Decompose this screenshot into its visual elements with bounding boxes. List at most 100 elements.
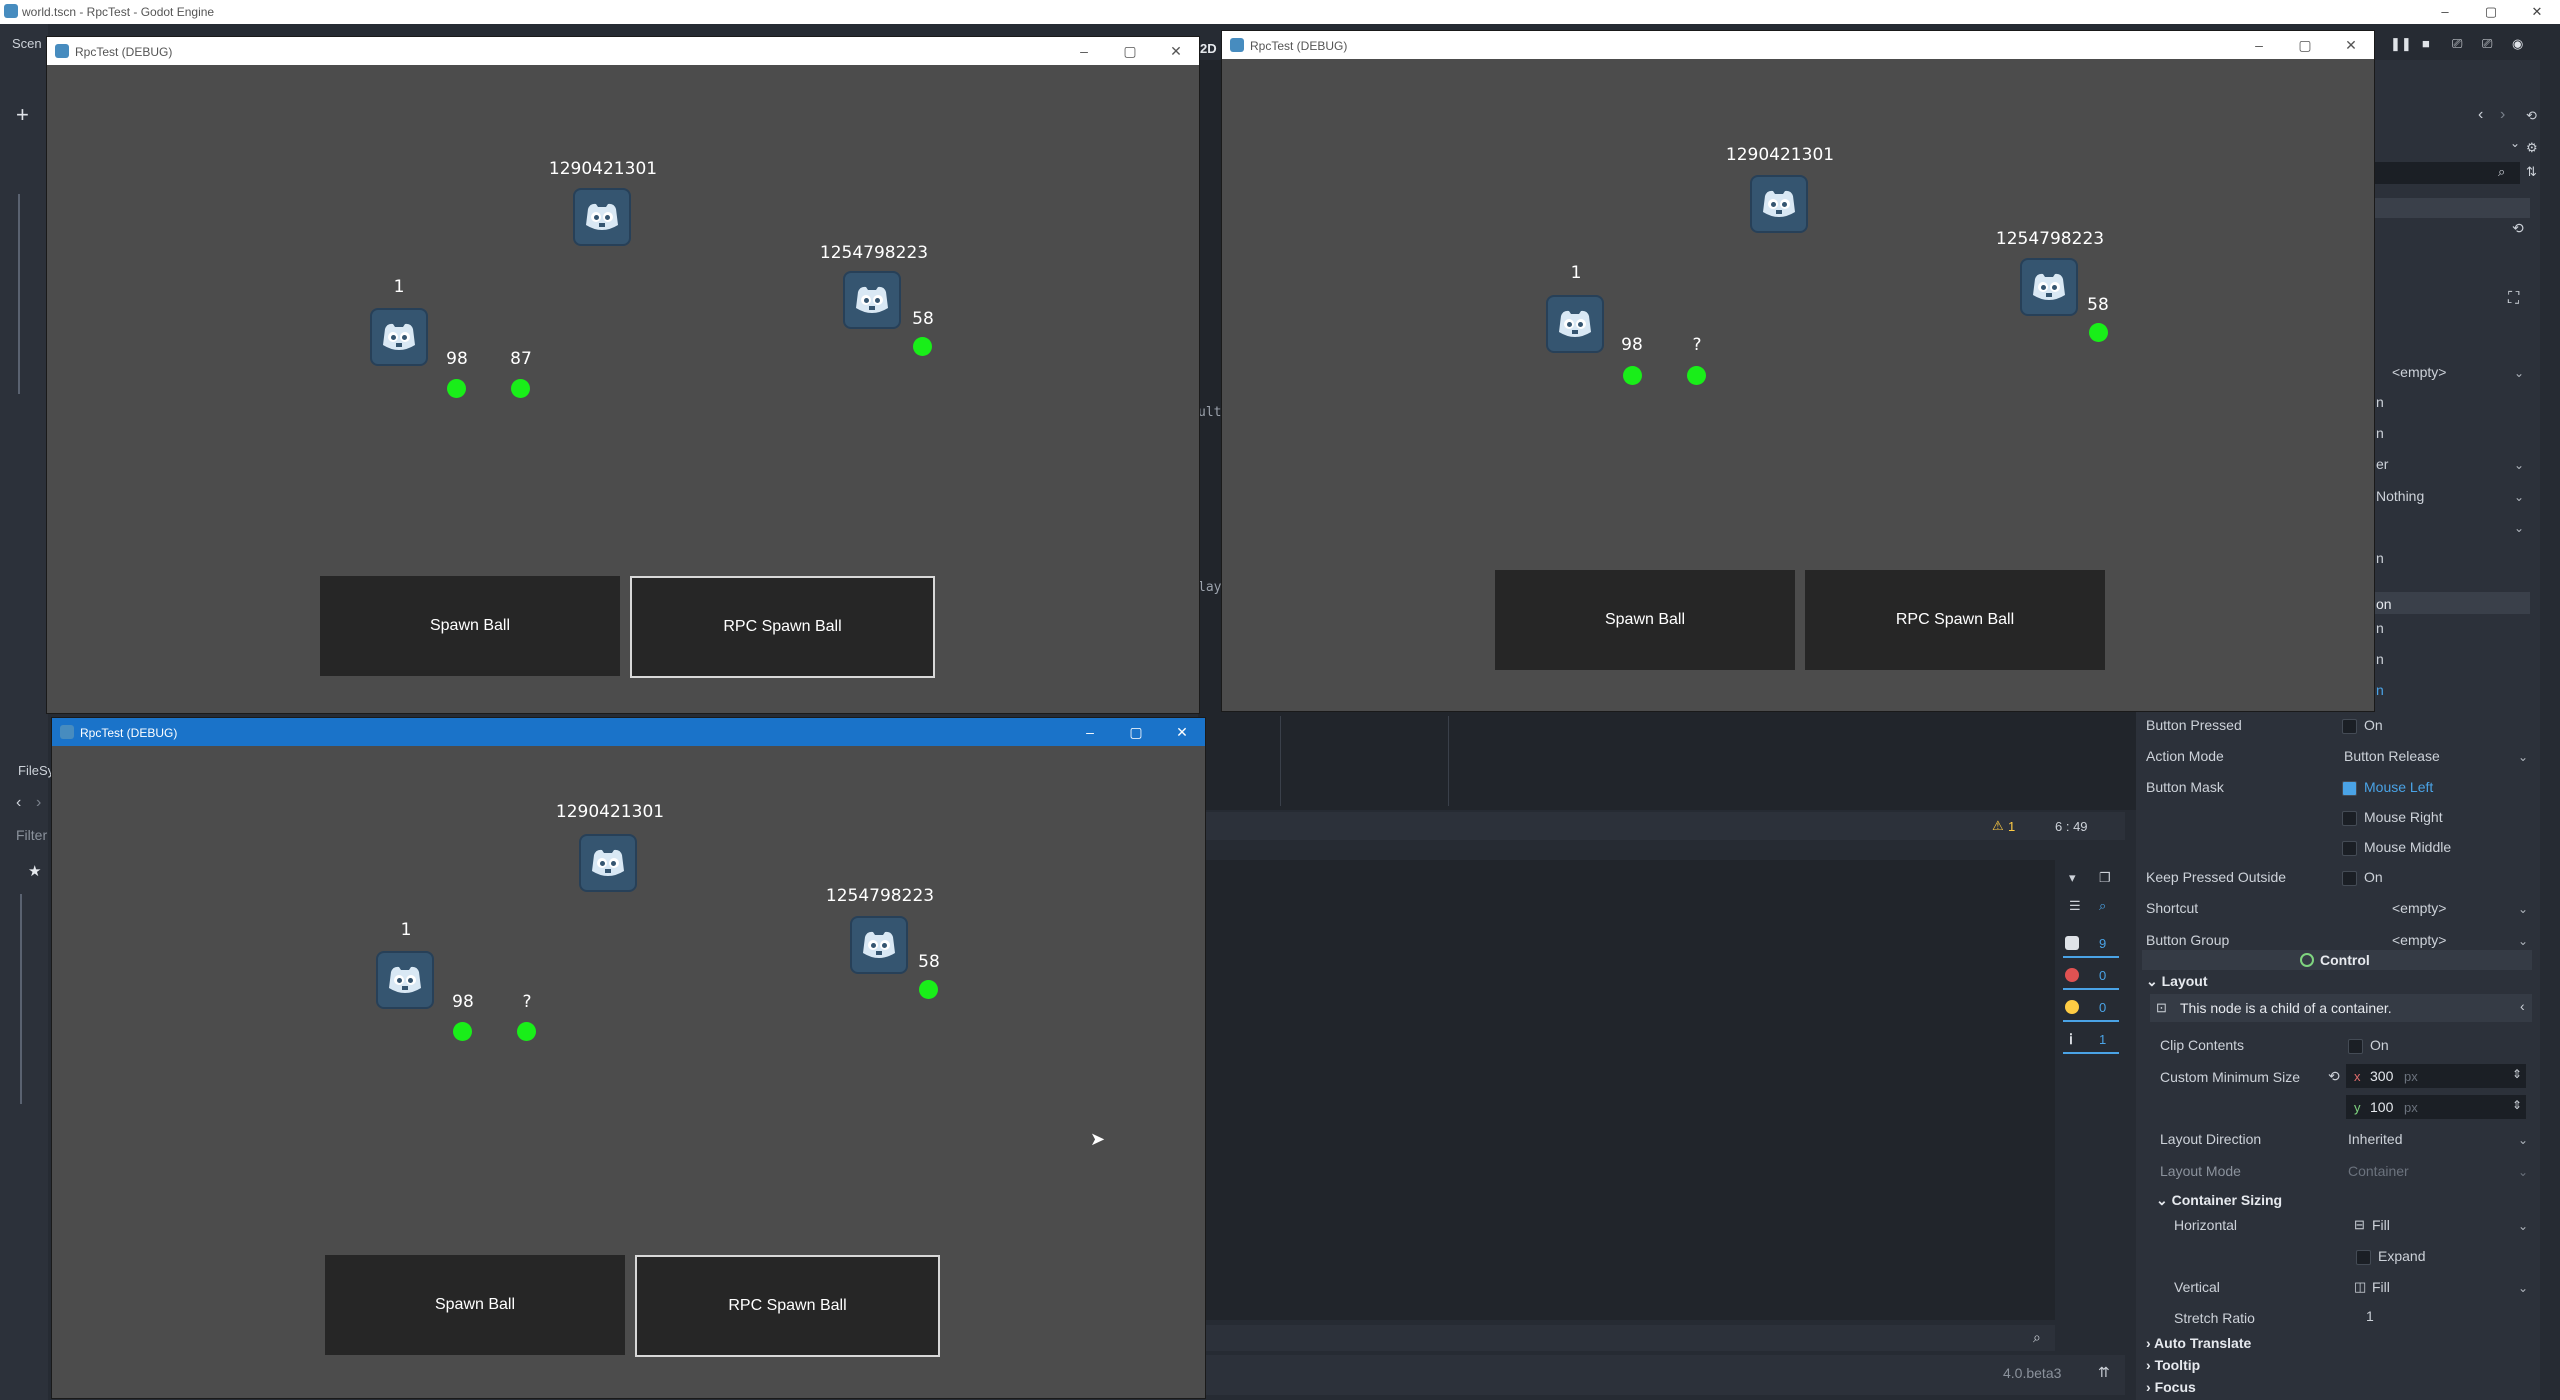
stop-icon[interactable]: ■ [2422, 36, 2430, 51]
collapse-icon[interactable]: ☰ [2069, 898, 2081, 914]
expand-icon[interactable]: ⛶ [2508, 290, 2519, 308]
minimize-icon[interactable]: – [2422, 0, 2468, 24]
stepper-icon[interactable]: ⇕ [2512, 1098, 2522, 1112]
action-mode-dropdown[interactable]: Button Release [2344, 748, 2440, 764]
ball-value-label: 98 [452, 992, 474, 1012]
info-filter[interactable]: ⅰ 1 [2063, 1028, 2119, 1054]
mouse-cursor-icon: ➤ [1090, 1129, 1106, 1149]
search-icon[interactable]: ⌕ [2498, 164, 2505, 180]
spawn-ball-button[interactable]: Spawn Ball [320, 576, 620, 676]
minimize-icon[interactable]: – [1067, 718, 1113, 746]
property-label: Custom Minimum Size [2160, 1069, 2301, 1085]
panel-toggle-icon[interactable]: ⇈ [2098, 1364, 2110, 1381]
property-value[interactable]: Nothing [2376, 488, 2424, 504]
expand-checkbox[interactable] [2356, 1250, 2371, 1265]
rpc-spawn-ball-button[interactable]: RPC Spawn Ball [635, 1255, 940, 1357]
revert-icon[interactable]: ⟲ [2512, 220, 2524, 237]
pin-icon[interactable]: ▾ [2069, 870, 2076, 886]
focus-section[interactable]: › Focus [2146, 1379, 2196, 1395]
play-scene-icon[interactable]: ⎚ [2482, 36, 2492, 52]
chevron-down-icon[interactable]: ⌄ [2518, 750, 2528, 764]
property-value[interactable]: <empty> [2392, 364, 2446, 380]
maximize-icon[interactable]: ▢ [2282, 31, 2328, 59]
ball [1687, 366, 1706, 385]
scene-tab[interactable]: Scen [12, 36, 42, 51]
copy-icon[interactable]: ❐ [2099, 870, 2111, 886]
maximize-icon[interactable]: ▢ [1107, 37, 1153, 65]
keep-pressed-checkbox[interactable] [2342, 871, 2357, 886]
vertical-dropdown[interactable]: Fill [2372, 1279, 2390, 1295]
chevron-left-icon[interactable]: ‹ [2520, 998, 2525, 1014]
filter-input[interactable]: Filter [16, 827, 47, 843]
chevron-down-icon[interactable]: ⌄ [2514, 458, 2524, 472]
spawn-ball-button[interactable]: Spawn Ball [1495, 570, 1795, 670]
game-window-titlebar[interactable]: RpcTest (DEBUG) – ▢ ✕ [1222, 31, 2374, 59]
history-back-icon[interactable]: ‹ [2478, 106, 2483, 124]
chevron-down-icon[interactable]: ⌄ [2518, 934, 2528, 948]
auto-translate-section[interactable]: › Auto Translate [2146, 1335, 2251, 1351]
peer-id-label: 1290421301 [555, 802, 665, 822]
horizontal-dropdown[interactable]: Fill [2372, 1217, 2390, 1233]
min-size-x-field[interactable]: x 300 px ⇕ [2346, 1064, 2526, 1088]
revert-icon[interactable]: ⟲ [2328, 1068, 2340, 1085]
stretch-ratio-slider[interactable]: 1 [2366, 1308, 2374, 1324]
clip-contents-checkbox[interactable] [2348, 1039, 2363, 1054]
chevron-down-icon[interactable]: ⌄ [2518, 1133, 2528, 1147]
mouse-middle-checkbox[interactable] [2342, 841, 2357, 856]
game-window-titlebar[interactable]: RpcTest (DEBUG) – ▢ ✕ [52, 718, 1205, 746]
minimize-icon[interactable]: – [1061, 37, 1107, 65]
history-icon[interactable]: ⟲ [2526, 108, 2537, 124]
warnings-filter[interactable]: 0 [2063, 996, 2119, 1022]
button-pressed-checkbox[interactable] [2342, 719, 2357, 734]
back-icon[interactable]: ‹ [16, 794, 21, 812]
container-sizing-section[interactable]: ⌄ Container Sizing [2156, 1192, 2282, 1209]
search-icon[interactable]: ⌕ [2099, 898, 2106, 914]
layout-direction-dropdown[interactable]: Inherited [2348, 1131, 2402, 1147]
close-icon[interactable]: ✕ [1159, 718, 1205, 746]
layout-section[interactable]: ⌄ Layout [2146, 973, 2208, 990]
spawn-ball-button[interactable]: Spawn Ball [325, 1255, 625, 1355]
maximize-icon[interactable]: ▢ [1113, 718, 1159, 746]
maximize-icon[interactable]: ▢ [2468, 0, 2514, 24]
close-icon[interactable]: ✕ [1153, 37, 1199, 65]
mode-2d-button[interactable]: 2D [1200, 41, 1217, 56]
button-group-picker[interactable]: <empty> [2392, 932, 2446, 948]
rpc-spawn-ball-button[interactable]: RPC Spawn Ball [630, 576, 935, 678]
filesystem-tab[interactable]: FileSy [18, 763, 54, 778]
add-node-icon[interactable]: + [16, 102, 29, 128]
chevron-down-icon[interactable]: ⌄ [2514, 490, 2524, 504]
warning-icon[interactable]: ⚠ [1992, 818, 2004, 834]
chevron-down-icon[interactable]: ⌄ [2518, 902, 2528, 916]
mouse-right-checkbox[interactable] [2342, 811, 2357, 826]
shortcut-picker[interactable]: <empty> [2392, 900, 2446, 916]
errors-filter[interactable]: 9 [2063, 932, 2119, 958]
mouse-left-checkbox[interactable] [2342, 781, 2357, 796]
remote-debug-icon[interactable]: ⎚ [2452, 36, 2462, 52]
forward-icon[interactable]: › [36, 794, 41, 812]
output-filter-bar[interactable]: ⌕ [1205, 1325, 2055, 1351]
minimize-icon[interactable]: – [2236, 31, 2282, 59]
property-value[interactable]: er [2376, 456, 2388, 472]
code-fragment: lay [1198, 580, 1222, 595]
rpc-spawn-ball-button[interactable]: RPC Spawn Ball [1805, 570, 2105, 670]
chevron-down-icon[interactable]: ⌄ [2518, 1219, 2528, 1233]
min-size-y-field[interactable]: y 100 px ⇕ [2346, 1095, 2526, 1119]
stepper-icon[interactable]: ⇕ [2512, 1067, 2522, 1081]
close-icon[interactable]: ✕ [2328, 31, 2374, 59]
debugger-sidebar: ▾ ❐ ☰ ⌕ 9 0 0 ⅰ 1 [2055, 860, 2123, 1340]
chevron-down-icon[interactable]: ⌄ [2514, 366, 2524, 380]
tooltip-section[interactable]: › Tooltip [2146, 1357, 2200, 1373]
errors-filter[interactable]: 0 [2063, 964, 2119, 990]
close-icon[interactable]: ✕ [2514, 0, 2560, 24]
chevron-down-icon[interactable]: ⌄ [2518, 1281, 2528, 1295]
movie-icon[interactable]: ◉ [2512, 36, 2523, 52]
chevron-down-icon[interactable]: ⌄ [2510, 136, 2520, 150]
game-window-titlebar[interactable]: RpcTest (DEBUG) – ▢ ✕ [47, 37, 1199, 65]
filter-options-icon[interactable]: ⇅ [2526, 164, 2537, 180]
info-count: 1 [2099, 1032, 2107, 1047]
search-icon[interactable]: ⌕ [2033, 1329, 2041, 1346]
chevron-down-icon[interactable]: ⌄ [2514, 521, 2524, 535]
pause-icon[interactable]: ❚❚ [2390, 36, 2412, 52]
history-forward-icon[interactable]: › [2500, 106, 2505, 124]
tool-icon[interactable]: ⚙ [2526, 140, 2538, 156]
